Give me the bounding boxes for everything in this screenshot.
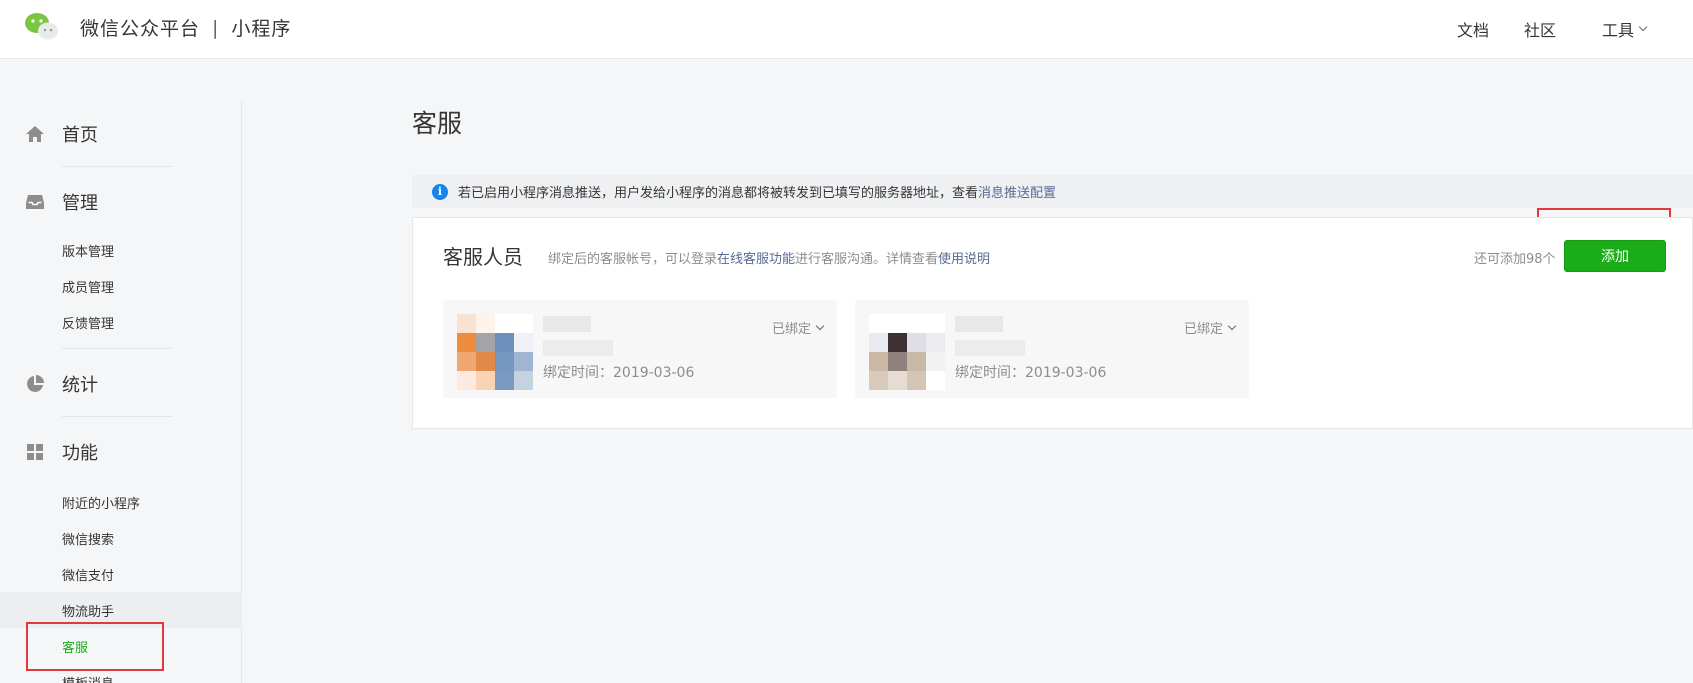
- blurred-account: [543, 340, 613, 356]
- add-button[interactable]: 添加: [1564, 240, 1666, 272]
- panel-title: 客服人员: [443, 245, 523, 269]
- grid-icon: [27, 444, 43, 460]
- bind-time: 绑定时间：2019-03-06: [543, 365, 695, 381]
- sidebar-item-wechat-pay[interactable]: 微信支付: [0, 556, 242, 592]
- sidebar-item-nearby-miniprogram[interactable]: 附近的小程序: [0, 484, 242, 520]
- remaining-count: 还可添加98个: [1474, 252, 1556, 267]
- sidebar-section-manage[interactable]: 管理: [0, 182, 242, 222]
- brand-separator: |: [212, 16, 220, 39]
- online-service-link[interactable]: 在线客服功能: [717, 252, 795, 267]
- sidebar-item-label: 模板消息: [62, 673, 114, 683]
- sidebar-item-label: 成员管理: [62, 280, 115, 296]
- sidebar-item-label: 微信搜索: [62, 532, 115, 548]
- nav-tools-dropdown[interactable]: 工具: [1602, 17, 1682, 41]
- nav-docs-link[interactable]: 文档: [1457, 17, 1489, 41]
- sidebar-section-label: 首页: [62, 125, 98, 146]
- highlight-box-sidebar: [26, 622, 164, 671]
- sidebar-item-wechat-search[interactable]: 微信搜索: [0, 520, 242, 556]
- usage-guide-link[interactable]: 使用说明: [938, 252, 990, 267]
- brand-name: 微信公众平台: [80, 18, 201, 40]
- sidebar-divider: [62, 416, 172, 417]
- home-icon: [26, 126, 44, 142]
- nav-community-link[interactable]: 社区: [1524, 17, 1556, 41]
- avatar: [869, 314, 945, 390]
- sidebar-item-label: 微信支付: [62, 568, 115, 584]
- bind-status-dropdown[interactable]: 已绑定: [771, 318, 825, 337]
- info-icon: i: [432, 183, 448, 200]
- panel-desc-text: 进行客服沟通。详情查看: [795, 252, 939, 267]
- product-name: 小程序: [231, 18, 292, 40]
- sidebar-item-label: 附近的小程序: [62, 496, 141, 512]
- chevron-down-icon: [1227, 321, 1237, 330]
- chevron-down-icon: [815, 321, 825, 330]
- bind-status-dropdown[interactable]: 已绑定: [1183, 318, 1237, 337]
- sidebar-item-label: 版本管理: [62, 244, 115, 260]
- bind-status-label: 已绑定: [1183, 322, 1223, 337]
- sidebar-section-label: 功能: [62, 443, 98, 464]
- customer-service-panel: 客服人员 绑定后的客服帐号，可以登录在线客服功能进行客服沟通。详情查看使用说明 …: [412, 217, 1693, 429]
- sidebar: 首页 管理 版本管理 成员管理 反馈管理 统计 功能 附近的小程序 微信搜索 微…: [0, 100, 242, 683]
- avatar: [457, 314, 533, 390]
- sidebar-section-home[interactable]: 首页: [0, 114, 242, 154]
- sidebar-item-label: 物流助手: [62, 604, 115, 620]
- sidebar-divider: [62, 348, 172, 349]
- agent-card[interactable]: 已绑定 绑定时间：2019-03-06: [855, 300, 1249, 398]
- blurred-account: [955, 340, 1025, 356]
- panel-description: 绑定后的客服帐号，可以登录在线客服功能进行客服沟通。详情查看使用说明: [548, 248, 990, 267]
- bind-status-label: 已绑定: [771, 322, 811, 337]
- sidebar-item-label: 反馈管理: [62, 316, 115, 332]
- nav-tools-label: 工具: [1602, 21, 1635, 40]
- sidebar-section-stats[interactable]: 统计: [0, 364, 242, 404]
- sidebar-divider: [62, 166, 172, 167]
- sidebar-section-label: 统计: [62, 375, 98, 396]
- notice-text: 若已启用小程序消息推送，用户发给小程序的消息都将被转发到已填写的服务器地址，查看: [458, 186, 979, 201]
- sidebar-item-member-manage[interactable]: 成员管理: [0, 268, 242, 304]
- sidebar-item-feedback-manage[interactable]: 反馈管理: [0, 304, 242, 340]
- wechat-logo-icon[interactable]: [24, 12, 60, 42]
- inbox-icon: [26, 195, 44, 209]
- bind-time: 绑定时间：2019-03-06: [955, 365, 1107, 381]
- top-bar: 微信公众平台 | 小程序 文档 社区 工具: [0, 0, 1693, 59]
- panel-desc-text: 绑定后的客服帐号，可以登录: [548, 252, 718, 267]
- sidebar-section-label: 管理: [62, 193, 98, 214]
- agent-card[interactable]: 已绑定 绑定时间：2019-03-06: [443, 300, 837, 398]
- chevron-down-icon: [1638, 22, 1648, 32]
- page-title: 客服: [412, 109, 463, 138]
- pie-chart-icon: [27, 375, 44, 392]
- blurred-name: [543, 316, 591, 332]
- notice-bar: i 若已启用小程序消息推送，用户发给小程序的消息都将被转发到已填写的服务器地址，…: [412, 175, 1693, 208]
- brand-title[interactable]: 微信公众平台 | 小程序: [80, 14, 291, 41]
- message-push-config-link[interactable]: 消息推送配置: [978, 182, 1056, 201]
- blurred-name: [955, 316, 1003, 332]
- sidebar-section-features[interactable]: 功能: [0, 432, 242, 472]
- sidebar-item-version-manage[interactable]: 版本管理: [0, 232, 242, 268]
